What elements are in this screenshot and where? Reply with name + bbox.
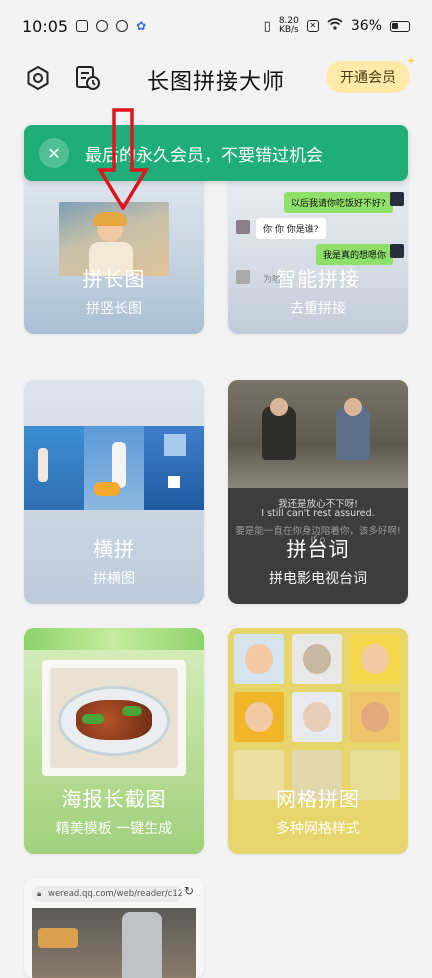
vibrate-icon: ▯ — [263, 18, 271, 34]
leaf-decoration — [24, 628, 204, 650]
sample-photo — [234, 634, 284, 684]
card-movie-lines[interactable]: 我还是放心不下呀! I still can't rest assured. 要是… — [228, 380, 408, 604]
card-title: 智能拼接 — [276, 267, 360, 291]
card-subtitle: 多种网格样式 — [276, 821, 360, 837]
card-subtitle: 去重拼接 — [290, 301, 346, 317]
sample-photo — [228, 380, 408, 488]
avatar — [390, 244, 404, 258]
sample-photo — [350, 692, 400, 742]
netspeed: 8.20 KB/s — [278, 16, 299, 35]
url-bar: 🔒︎ weread.qq.com/web/reader/c1232 — [32, 886, 182, 902]
notification-icon — [116, 20, 129, 32]
card-subtitle: 拼横图 — [93, 571, 135, 587]
vip-button[interactable]: 开通会员 — [326, 61, 410, 93]
caption-line: I still can't rest assured. — [261, 508, 375, 519]
wifi-icon — [327, 18, 343, 34]
url-text: weread.qq.com/web/reader/c1232 — [48, 889, 182, 899]
card-subtitle: 精美模板 一键生成 — [55, 821, 173, 837]
card-smart-stitch[interactable]: 以后我请你吃饭好不好? 你 你 你是谁? 我是真的想嗯你 为啥 智能拼接 去重拼… — [228, 158, 408, 334]
card-web-screenshot[interactable]: 🔒︎ weread.qq.com/web/reader/c1232 ↻ — [24, 878, 204, 978]
notification-icon — [76, 20, 89, 32]
card-title: 海报长截图 — [61, 787, 167, 811]
card-title: 网格拼图 — [276, 787, 360, 811]
gear-small-icon: ✿ — [136, 19, 147, 33]
arrow-down-icon — [96, 108, 150, 210]
status-time: 10:05 — [22, 16, 69, 36]
battery-percent: 36% — [350, 18, 382, 34]
sample-photo — [32, 908, 196, 978]
chat-bubble: 你 你 你是谁? — [256, 218, 326, 239]
promo-banner[interactable]: ✕ 最后的永久会员，不要错过机会 — [24, 125, 408, 181]
sim-icon: ✕ — [306, 20, 319, 32]
battery-icon — [390, 20, 410, 32]
chat-bubble: 我是真的想嗯你 — [316, 244, 394, 265]
app-header: 长图拼接大师 开通会员 ✦ — [0, 52, 432, 104]
avatar — [390, 192, 404, 206]
card-title: 横拼 — [93, 537, 135, 561]
sample-photo — [292, 634, 342, 684]
card-title: 拼长图 — [82, 267, 146, 291]
card-horizontal-stitch[interactable]: 横拼 拼横图 — [24, 380, 204, 604]
close-icon[interactable]: ✕ — [39, 138, 69, 168]
card-poster-screenshot[interactable]: 海报长截图 精美模板 一键生成 — [24, 628, 204, 854]
sample-photo — [234, 692, 284, 742]
refresh-icon: ↻ — [184, 884, 195, 898]
card-subtitle: 拼电影电视台词 — [269, 571, 367, 587]
avatar — [236, 220, 250, 234]
notification-icon — [96, 20, 109, 32]
card-grid-collage[interactable]: 网格拼图 多种网格样式 — [228, 628, 408, 854]
card-subtitle: 拼竖长图 — [86, 301, 142, 317]
sample-photo — [24, 426, 204, 510]
status-bar: 10:05 ✿ ▯ 8.20 KB/s ✕ 36% — [0, 0, 432, 52]
sparkle-icon: ✦ — [405, 54, 416, 68]
chat-bubble: 以后我请你吃饭好不好? — [284, 192, 393, 213]
sample-photo — [42, 660, 186, 776]
card-title: 拼台词 — [286, 537, 350, 561]
lock-icon: 🔒︎ — [37, 889, 42, 898]
sample-photo — [292, 692, 342, 742]
sample-photo — [350, 634, 400, 684]
